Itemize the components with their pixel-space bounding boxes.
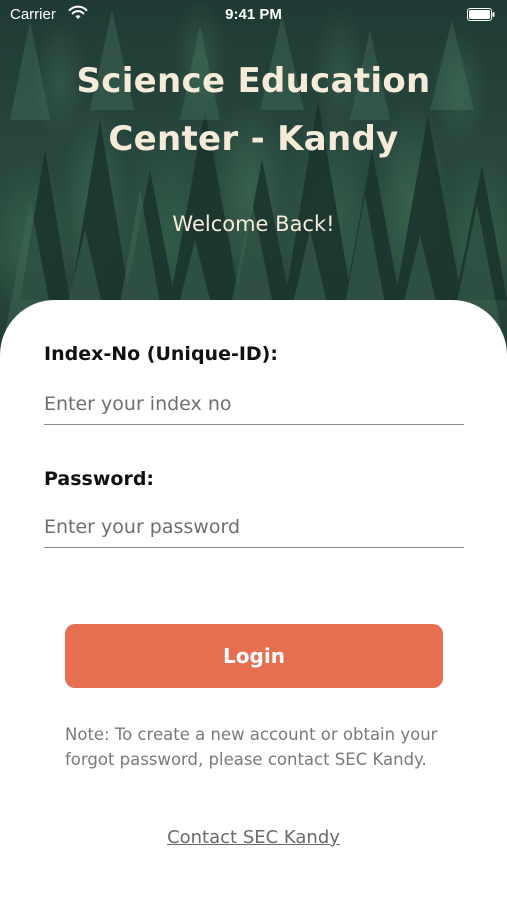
password-input[interactable] bbox=[44, 507, 464, 548]
welcome-message: Welcome Back! bbox=[172, 212, 335, 236]
index-no-input[interactable] bbox=[44, 384, 464, 425]
app-title: Science Education Center - Kandy bbox=[0, 52, 507, 168]
status-time: 9:41 PM bbox=[225, 6, 282, 23]
account-note: Note: To create a new account or obtain … bbox=[65, 725, 438, 769]
contact-sec-kandy-link[interactable]: Contact SEC Kandy bbox=[0, 827, 507, 848]
status-bar: Carrier 9:41 PM bbox=[0, 0, 507, 30]
login-screen: Carrier 9:41 PM Science Education Center… bbox=[0, 0, 507, 900]
index-no-label: Index-No (Unique-ID): bbox=[44, 343, 278, 365]
battery-icon bbox=[467, 8, 495, 21]
password-label: Password: bbox=[44, 468, 155, 490]
app-title-line-1: Science Education bbox=[76, 61, 431, 101]
app-title-line-2: Center - Kandy bbox=[108, 119, 399, 159]
login-button[interactable]: Login bbox=[65, 624, 443, 688]
